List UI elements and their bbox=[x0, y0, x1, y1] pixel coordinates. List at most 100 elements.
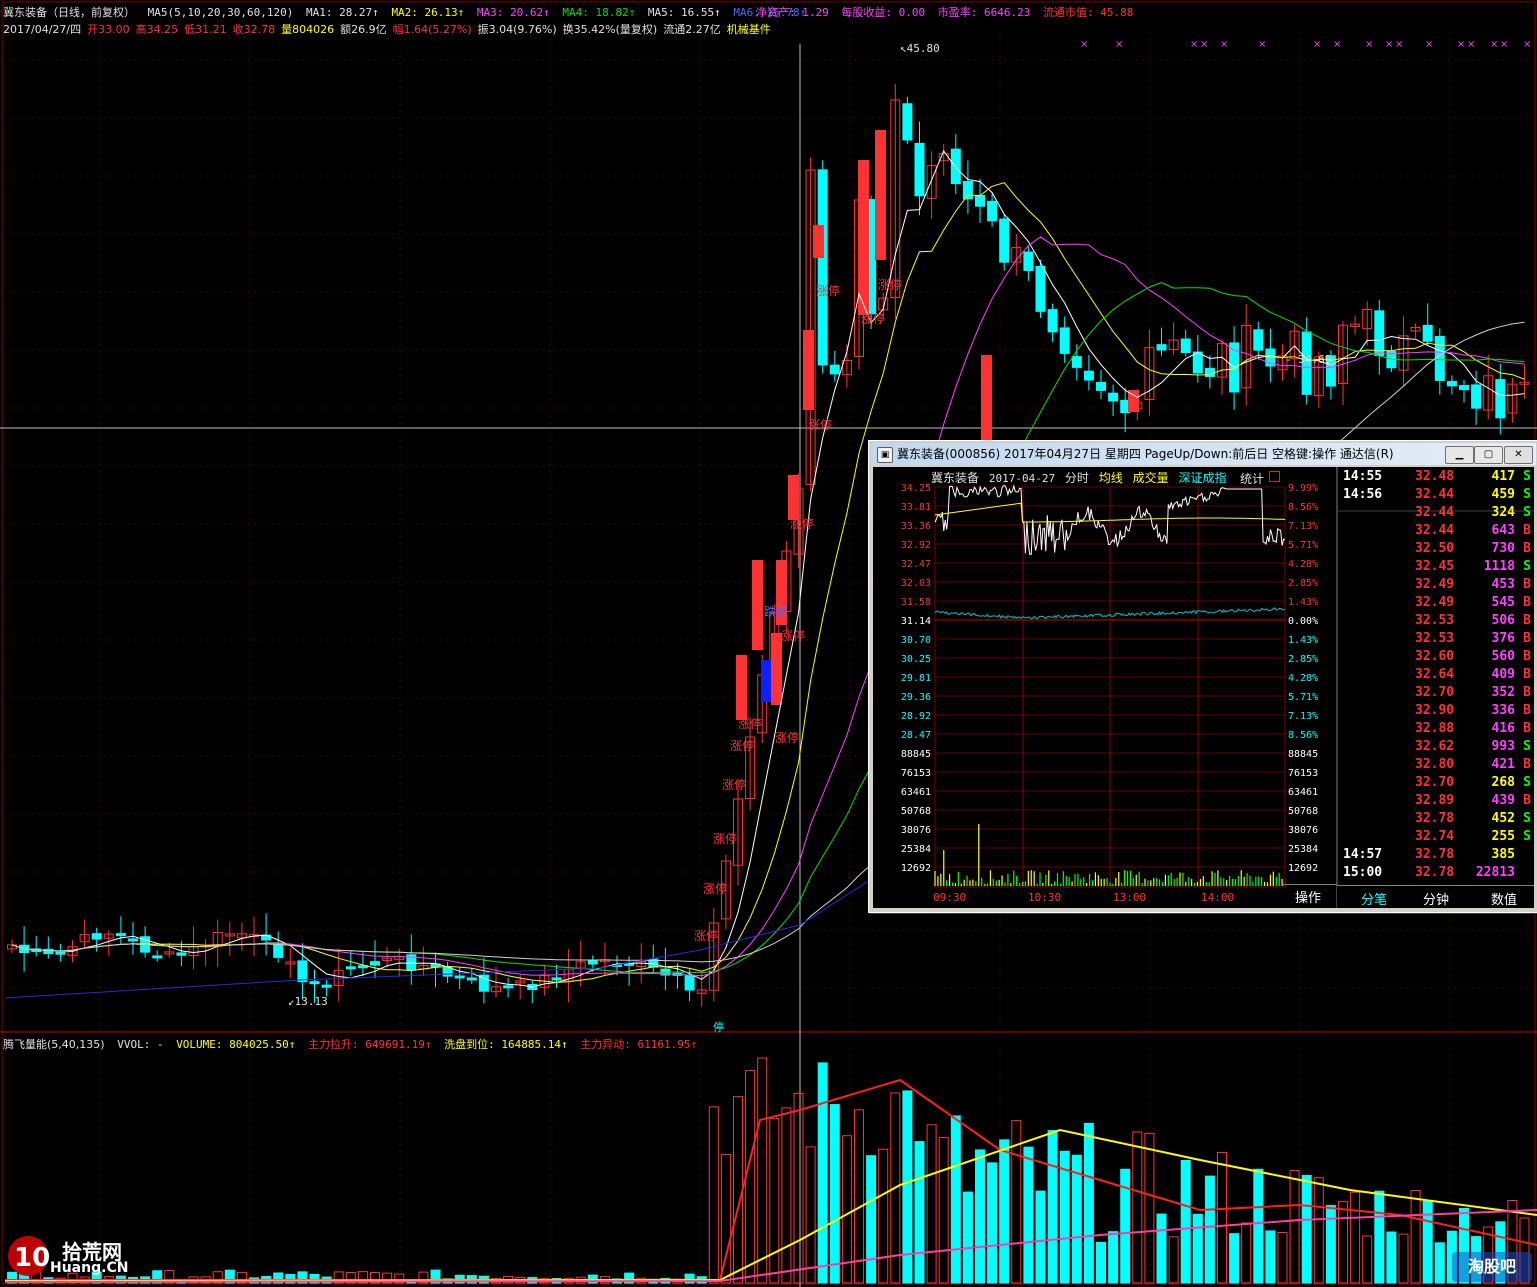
tick-price: 32.78 bbox=[1415, 847, 1455, 862]
volume-bar bbox=[1289, 1170, 1300, 1284]
tick-volume: 560 bbox=[1491, 649, 1515, 664]
tick-row[interactable]: 32.44 643 B bbox=[1337, 523, 1537, 541]
volume-bar bbox=[854, 1109, 864, 1284]
tick-row[interactable]: 32.90 336 B bbox=[1337, 703, 1537, 721]
tick-row[interactable]: 14:57 32.78 385 bbox=[1337, 847, 1537, 865]
tick-row[interactable]: 32.45 1118 S bbox=[1337, 559, 1537, 577]
tick-row[interactable]: 32.64 409 B bbox=[1337, 667, 1537, 685]
price-tick-label: 30.70 bbox=[901, 635, 931, 646]
window-titlebar[interactable]: ▣ 冀东装备(000856) 2017年04月27日 星期四 PageUp/Do… bbox=[871, 443, 1536, 465]
pct-tick-label: 8.56% bbox=[1288, 730, 1318, 741]
candle-body bbox=[1083, 370, 1094, 381]
volume-bar bbox=[866, 1155, 877, 1284]
tab-fenzhong[interactable]: 分钟 bbox=[1423, 889, 1449, 908]
volume-header: 腾飞量能(5,40,135) VVOL: - VOLUME: 804025.50… bbox=[3, 1036, 703, 1052]
tick-row[interactable]: 15:00 32.78 22813 bbox=[1337, 865, 1537, 883]
intraday-window[interactable]: ▣ 冀东装备(000856) 2017年04月27日 星期四 PageUp/Do… bbox=[868, 440, 1537, 913]
pct-tick-label: 5.71% bbox=[1288, 692, 1318, 703]
volume-bar bbox=[950, 1115, 961, 1284]
action-button[interactable]: 操作 bbox=[1295, 887, 1321, 906]
tick-row[interactable]: 32.88 416 B bbox=[1337, 721, 1537, 739]
tick-row[interactable]: 32.60 560 B bbox=[1337, 649, 1537, 667]
candle-body bbox=[1156, 344, 1167, 351]
candle-body bbox=[1204, 367, 1215, 378]
vol-tick-label: 63461 bbox=[901, 787, 931, 798]
limit-up-label: 涨停 bbox=[781, 629, 806, 643]
candle-body bbox=[684, 974, 695, 991]
tick-row[interactable]: 32.53 376 B bbox=[1337, 631, 1537, 649]
candle-body bbox=[1434, 336, 1445, 381]
tick-volume: 255 bbox=[1491, 829, 1515, 844]
tick-row[interactable]: 32.70 268 S bbox=[1337, 775, 1537, 793]
action-button-area[interactable]: 操作 bbox=[1283, 884, 1337, 907]
tick-price: 32.53 bbox=[1415, 613, 1455, 628]
volume-bar bbox=[720, 1153, 731, 1284]
pct-tick-label: 4.28% bbox=[1288, 673, 1318, 684]
tick-price: 32.49 bbox=[1415, 595, 1455, 610]
candle-body bbox=[478, 974, 489, 992]
tick-row[interactable]: 32.49 453 B bbox=[1337, 577, 1537, 595]
candle-body bbox=[1374, 310, 1385, 357]
volume-bar bbox=[1253, 1168, 1264, 1284]
volume-bar bbox=[1374, 1190, 1385, 1284]
tick-row[interactable]: 32.74 255 S bbox=[1337, 829, 1537, 847]
tick-side: B bbox=[1523, 613, 1531, 628]
tick-time: 14:55 bbox=[1343, 469, 1383, 484]
price-tick-label: 33.81 bbox=[901, 502, 931, 513]
maximize-button[interactable]: ▢ bbox=[1474, 446, 1503, 464]
volume-bar bbox=[1108, 1231, 1119, 1284]
main-up-value: 主力拉升: 649691.19↑ bbox=[308, 1038, 432, 1051]
close-button[interactable]: ✕ bbox=[1504, 446, 1533, 464]
pct-tick-label: 5.71% bbox=[1288, 540, 1318, 551]
candle-body bbox=[1192, 351, 1203, 374]
volume-bar bbox=[1144, 1132, 1155, 1284]
tick-row[interactable]: 32.50 730 B bbox=[1337, 541, 1537, 559]
vol-tick-label: 12692 bbox=[1288, 863, 1318, 874]
stats-button[interactable]: 统计 bbox=[1240, 470, 1264, 487]
ma-params: MA5(5,10,20,30,60,120) bbox=[147, 6, 294, 19]
volume-bar bbox=[914, 1141, 925, 1284]
limit-up-label: 涨停 bbox=[808, 418, 833, 432]
limit-down-label: 跌停 bbox=[764, 605, 789, 619]
minimize-button[interactable]: ▁ bbox=[1445, 446, 1474, 464]
limit-up-candle bbox=[736, 655, 747, 720]
watermark-logo-left: 10 拾荒网 Huang.CN bbox=[6, 1232, 146, 1287]
tab-fenbi[interactable]: 分笔 bbox=[1361, 889, 1387, 908]
tick-row[interactable]: 32.44 324 S bbox=[1337, 505, 1537, 523]
tick-row[interactable]: 14:56 32.44 459 S bbox=[1337, 487, 1537, 505]
intraday-index[interactable]: 深证成指 bbox=[1178, 471, 1226, 485]
candle-body bbox=[128, 938, 138, 942]
tick-row[interactable]: 32.62 993 S bbox=[1337, 739, 1537, 757]
tick-volume: 993 bbox=[1491, 739, 1515, 754]
watermark-left-sub: Huang.CN bbox=[50, 1260, 129, 1276]
intraday-avg-line[interactable]: 均线 bbox=[1099, 471, 1123, 485]
tick-row[interactable]: 32.53 506 B bbox=[1337, 613, 1537, 631]
candle-body bbox=[829, 364, 840, 375]
intraday-volume[interactable]: 成交量 bbox=[1133, 471, 1169, 485]
volume-bar bbox=[817, 1062, 828, 1284]
event-marker: × bbox=[1500, 39, 1508, 50]
volume-bar bbox=[962, 1191, 973, 1284]
tick-row[interactable]: 32.70 352 B bbox=[1337, 685, 1537, 703]
tick-row[interactable]: 32.80 421 B bbox=[1337, 757, 1537, 775]
tick-row[interactable]: 32.78 452 S bbox=[1337, 811, 1537, 829]
tick-tabs: 分笔 分钟 数值 bbox=[1337, 885, 1534, 908]
candle-body bbox=[55, 951, 66, 955]
vol-tick-label: 50768 bbox=[1288, 806, 1318, 817]
candle-body bbox=[817, 169, 828, 366]
volume-indicator-name: 腾飞量能(5,40,135) bbox=[3, 1038, 105, 1051]
tab-shuzhi[interactable]: 数值 bbox=[1491, 889, 1517, 908]
expand-toggle-icon[interactable] bbox=[1269, 471, 1280, 482]
tick-volume: 268 bbox=[1491, 775, 1515, 790]
price-tick-label: 28.47 bbox=[901, 730, 931, 741]
tick-row[interactable]: 32.89 439 B bbox=[1337, 793, 1537, 811]
volume-value: VOLUME: 804025.50↑ bbox=[176, 1038, 296, 1051]
bar-high: 高34.25 bbox=[135, 23, 179, 36]
tick-side: B bbox=[1523, 577, 1531, 592]
intraday-fenshi[interactable]: 分时 bbox=[1065, 471, 1089, 485]
volume-bar bbox=[1434, 1242, 1445, 1284]
tick-volume: 385 bbox=[1491, 847, 1515, 862]
tick-row[interactable]: 14:55 32.48 417 S bbox=[1337, 469, 1537, 487]
tick-row[interactable]: 32.49 545 B bbox=[1337, 595, 1537, 613]
tick-side: B bbox=[1523, 757, 1531, 772]
